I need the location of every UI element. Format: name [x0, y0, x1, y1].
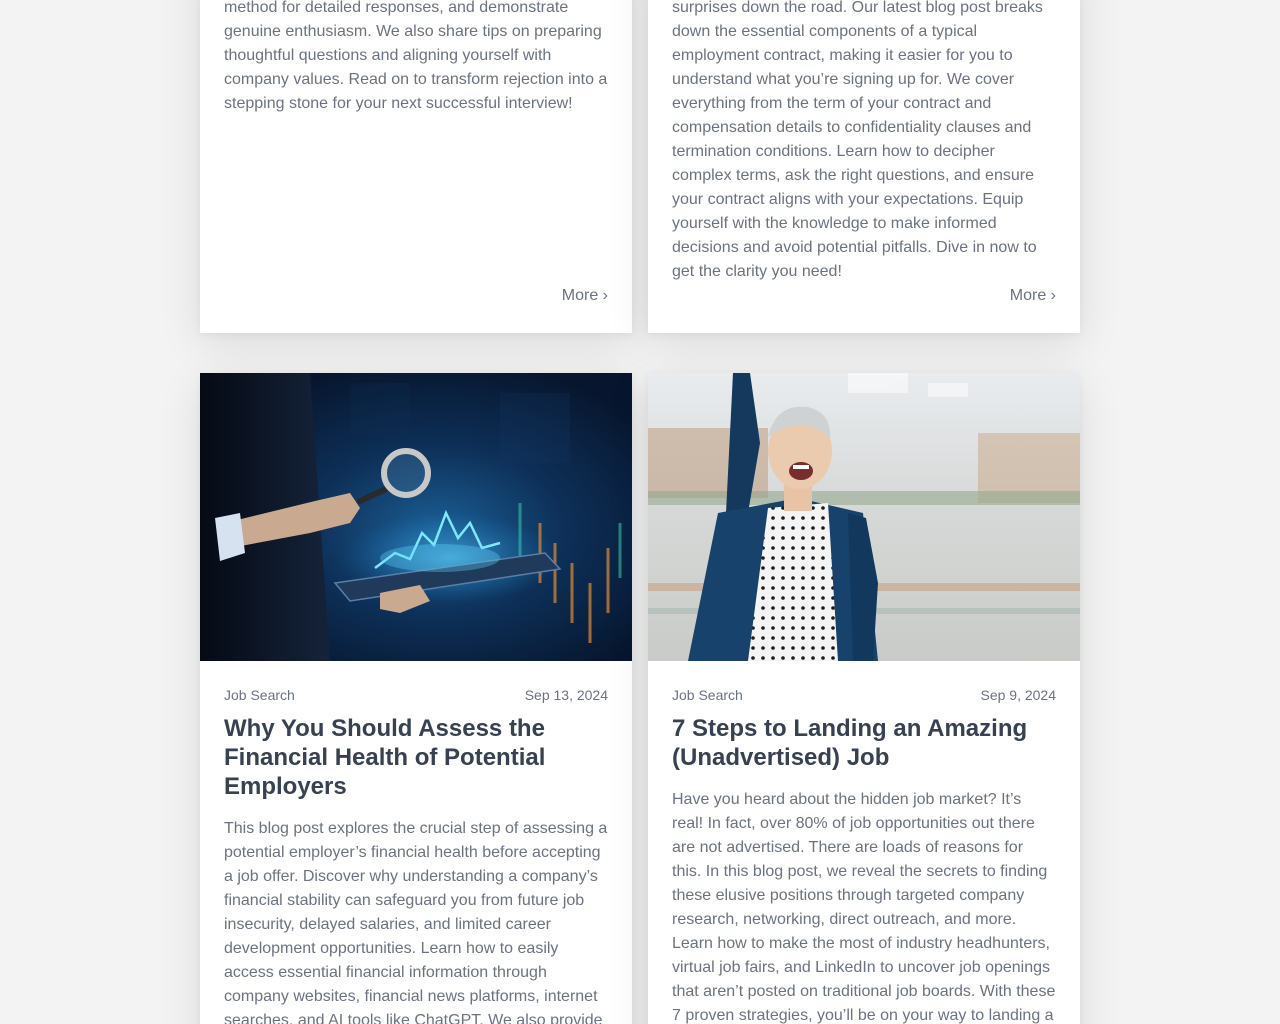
- card-excerpt: This blog post explores the crucial step…: [224, 820, 608, 1024]
- blog-card: surprises down the road. Our latest blog…: [648, 0, 1080, 333]
- more-link[interactable]: More ›: [1010, 287, 1056, 305]
- blog-card: Job Search Sep 9, 2024 7 Steps to Landin…: [648, 373, 1080, 1024]
- card-meta: Job Search Sep 13, 2024: [224, 687, 608, 703]
- card-date: Sep 13, 2024: [524, 687, 608, 703]
- card-meta: Job Search Sep 9, 2024: [672, 687, 1056, 703]
- card-date: Sep 9, 2024: [980, 687, 1056, 703]
- card-excerpt: surprises down the road. Our latest blog…: [672, 0, 1043, 280]
- blog-card: Job Search Sep 13, 2024 Why You Should A…: [200, 373, 632, 1024]
- more-link[interactable]: More ›: [562, 287, 608, 305]
- card-category[interactable]: Job Search: [224, 687, 295, 703]
- card-excerpt: Have you heard about the hidden job mark…: [672, 791, 1056, 1024]
- card-title[interactable]: Why You Should Assess the Financial Heal…: [224, 714, 608, 801]
- card-title[interactable]: 7 Steps to Landing an Amazing (Unadverti…: [672, 714, 1056, 772]
- card-category[interactable]: Job Search: [672, 687, 743, 703]
- card-image-celebrating-woman[interactable]: [648, 373, 1080, 661]
- card-excerpt: method for detailed responses, and demon…: [224, 0, 608, 112]
- card-image-financial-analysis[interactable]: [200, 373, 632, 661]
- blog-card: method for detailed responses, and demon…: [200, 0, 632, 333]
